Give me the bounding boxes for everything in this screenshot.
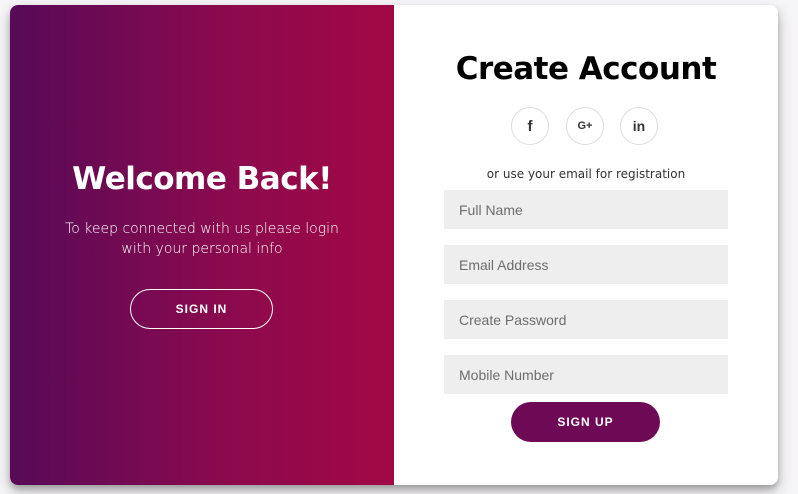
- google-plus-button[interactable]: G+: [566, 107, 604, 145]
- create-account-form: Create Account f G+ in or use your email…: [394, 5, 778, 485]
- welcome-overlay-panel: Welcome Back! To keep connected with us …: [10, 5, 394, 485]
- welcome-text: To keep connected with us please login w…: [65, 221, 339, 257]
- welcome-title: Welcome Back!: [72, 161, 332, 197]
- sign-up-button[interactable]: SIGN UP: [511, 402, 660, 442]
- registration-hint: or use your email for registration: [486, 167, 686, 181]
- create-password-input[interactable]: [444, 300, 728, 339]
- sign-in-button[interactable]: SIGN IN: [130, 289, 273, 329]
- signup-card: Welcome Back! To keep connected with us …: [10, 5, 778, 485]
- create-account-title: Create Account: [455, 51, 717, 87]
- google-plus-icon: G+: [577, 120, 593, 132]
- linkedin-button[interactable]: in: [620, 107, 658, 145]
- facebook-icon: f: [527, 117, 533, 135]
- facebook-button[interactable]: f: [511, 107, 549, 145]
- email-address-input[interactable]: [444, 245, 728, 284]
- full-name-input[interactable]: [444, 190, 728, 229]
- linkedin-icon: in: [632, 118, 646, 134]
- mobile-number-input[interactable]: [444, 355, 728, 394]
